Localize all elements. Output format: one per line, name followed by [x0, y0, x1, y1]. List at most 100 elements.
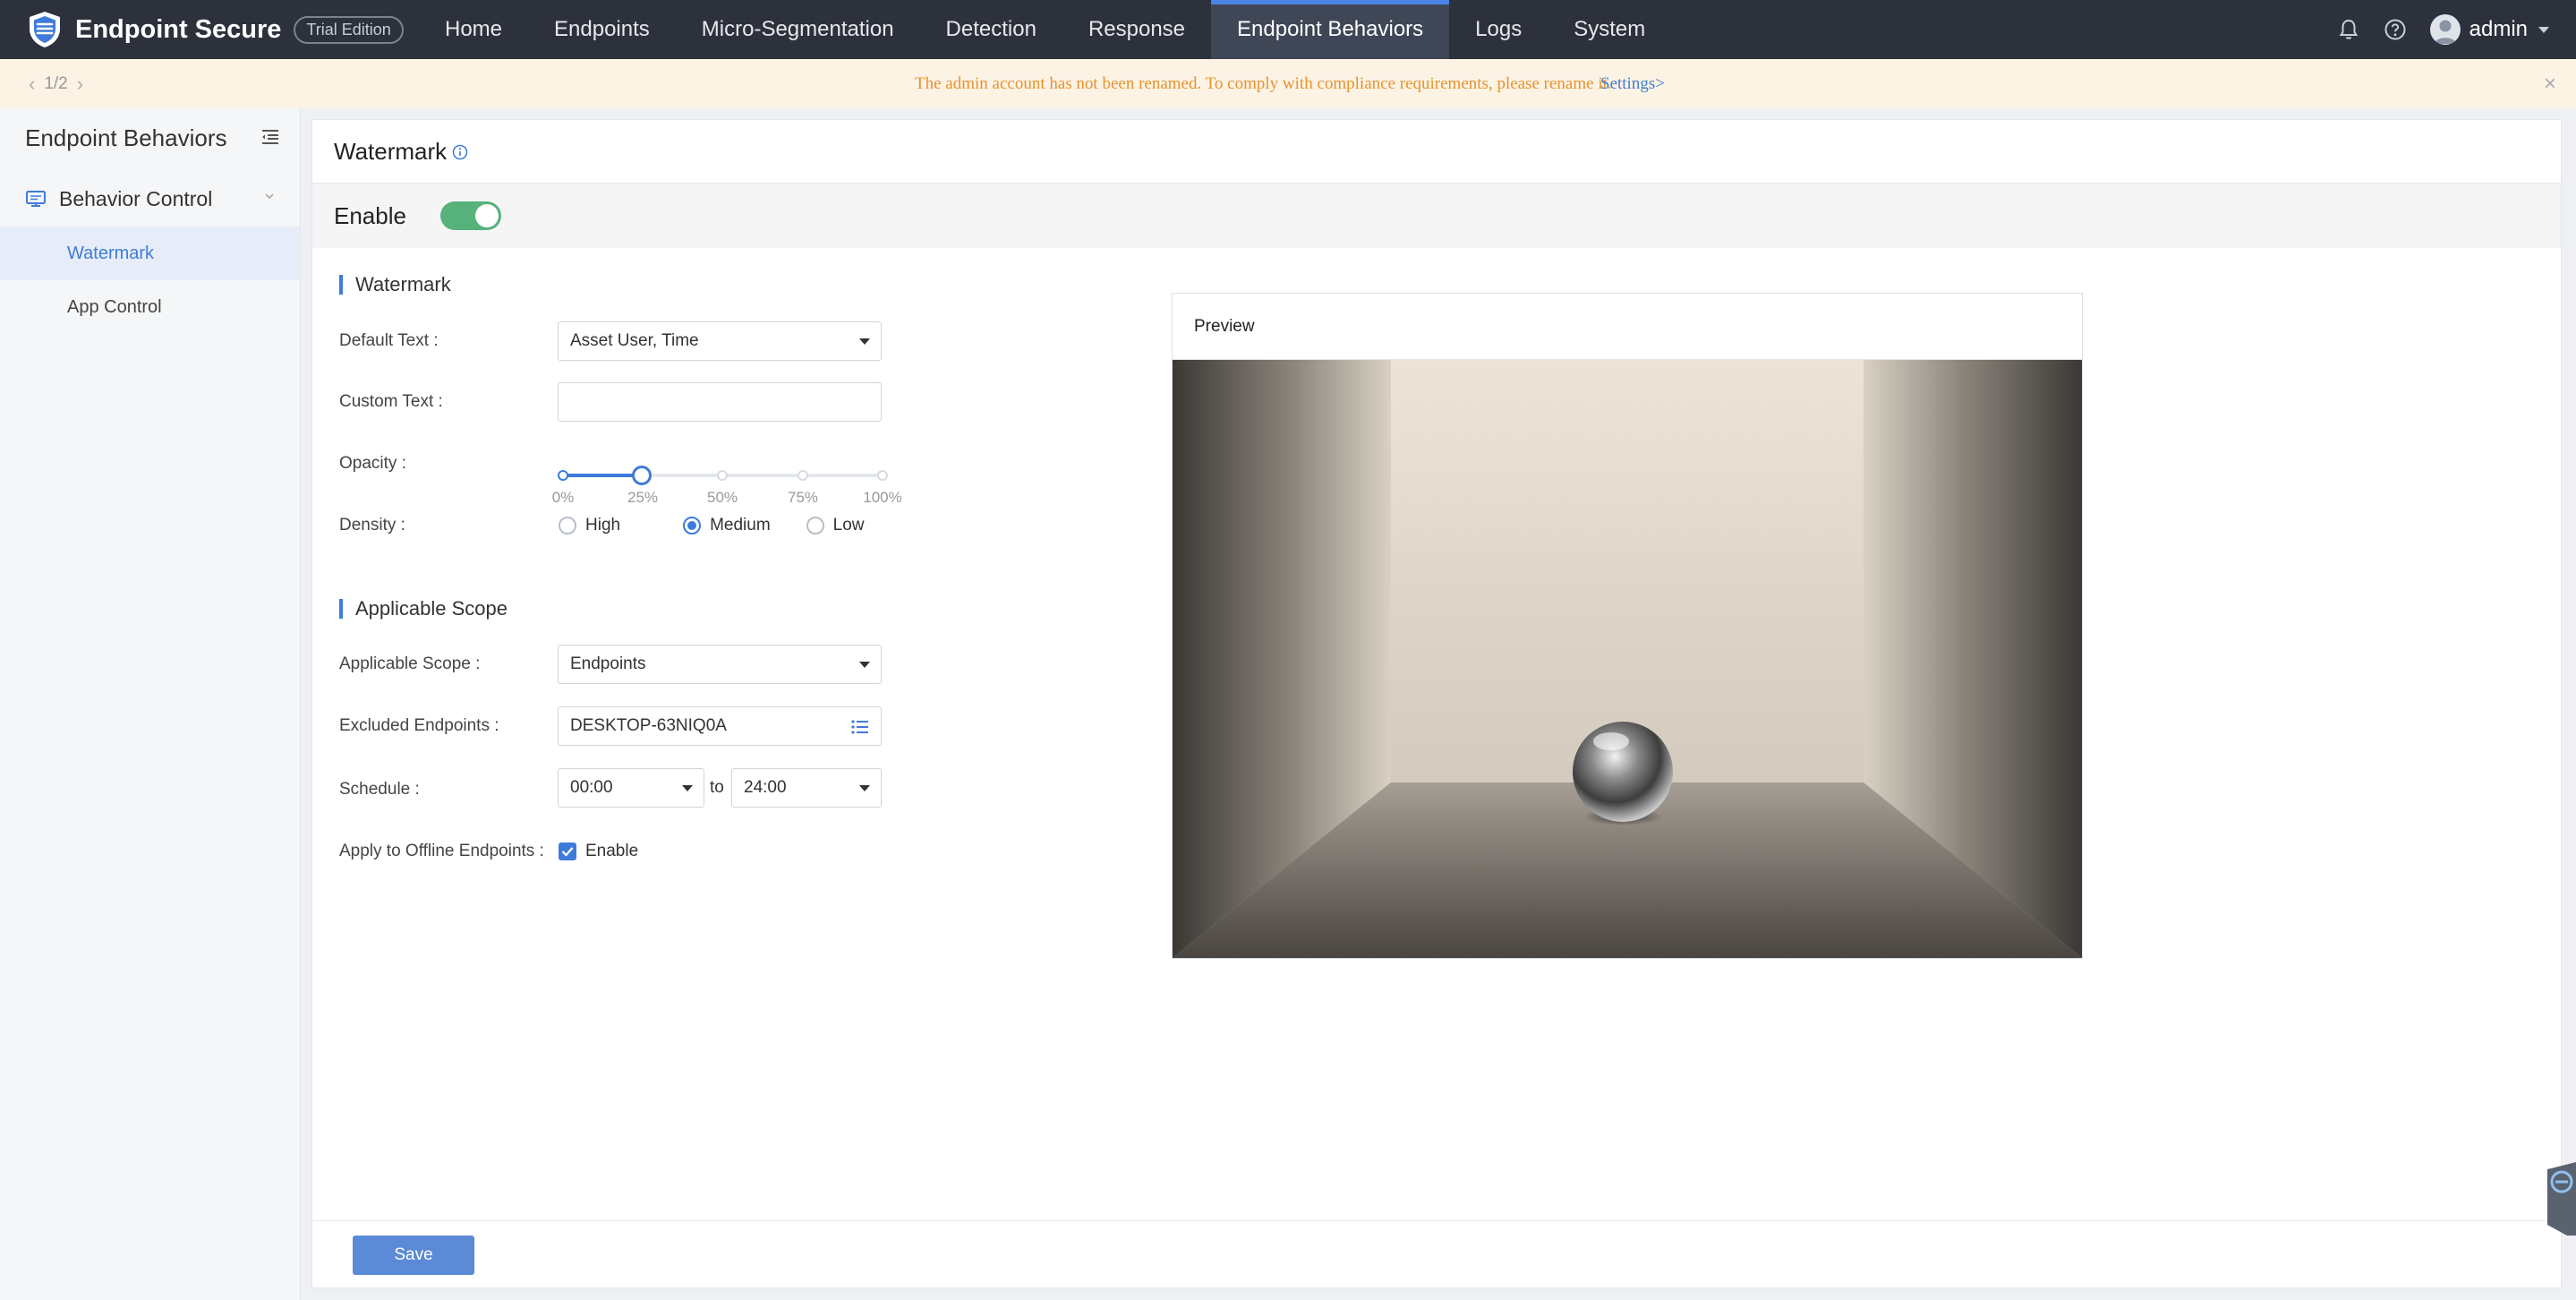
- schedule-from-select[interactable]: 00:00: [558, 768, 704, 808]
- page-header: Watermark: [312, 120, 2561, 184]
- density-radio-group: High Medium Low: [559, 516, 915, 535]
- sidebar-title: Endpoint Behaviors: [25, 124, 227, 151]
- sidebar-group-label: Behavior Control: [59, 186, 213, 210]
- density-label: Density :: [339, 516, 405, 535]
- density-radio-medium[interactable]: Medium: [683, 516, 771, 535]
- nav-micro-segmentation[interactable]: Micro-Segmentation: [676, 0, 920, 59]
- checkbox-label: Enable: [585, 842, 639, 860]
- opacity-tick: 50%: [706, 489, 738, 506]
- radio-label: Medium: [710, 516, 771, 535]
- notice-page-count: 1/2: [44, 73, 68, 93]
- avatar[interactable]: [2429, 14, 2461, 45]
- radio-circle: [559, 517, 576, 535]
- opacity-tick: 100%: [863, 489, 902, 506]
- opacity-slider[interactable]: 0% 25% 50% 75% 100%: [552, 462, 902, 507]
- checkbox-box: [559, 842, 576, 860]
- applicable-scope-label: Applicable Scope :: [339, 654, 481, 673]
- radio-label: Low: [832, 516, 865, 535]
- section-title-applicable-scope: Applicable Scope: [339, 599, 508, 619]
- page-title: Watermark: [334, 137, 448, 165]
- offline-endpoints-label: Apply to Offline Endpoints :: [339, 842, 544, 860]
- custom-text-label: Custom Text :: [339, 392, 443, 411]
- chevron-right-icon[interactable]: ›: [77, 73, 83, 96]
- monitor-icon: [26, 191, 46, 207]
- bell-icon[interactable]: [2337, 18, 2360, 41]
- user-icon: [2434, 20, 2456, 44]
- footer-bar: Save: [312, 1220, 2561, 1287]
- checkmark-icon: [561, 847, 574, 857]
- slider-stop-75[interactable]: [798, 470, 808, 481]
- list-icon[interactable]: [850, 718, 870, 736]
- applicable-scope-select[interactable]: Endpoints: [558, 645, 882, 684]
- sidebar-group-behavior-control[interactable]: Behavior Control: [0, 171, 300, 227]
- applicable-scope-value: Endpoints: [570, 654, 646, 673]
- nav-home[interactable]: Home: [419, 0, 528, 59]
- chevron-down-icon: [859, 662, 870, 668]
- density-radio-high[interactable]: High: [559, 516, 620, 535]
- main-panel: Watermark Enable Watermark Default Text …: [311, 119, 2562, 1288]
- excluded-endpoints-label: Excluded Endpoints :: [339, 716, 499, 735]
- preview-title: Preview: [1173, 294, 2082, 360]
- chevron-down-icon[interactable]: [2538, 26, 2549, 33]
- preview-image: [1173, 360, 2082, 958]
- help-icon[interactable]: [2384, 18, 2407, 41]
- top-navbar: Endpoint Secure Trial Edition Home Endpo…: [0, 0, 2576, 59]
- sidebar: Endpoint Behaviors Behavior Control Wate…: [0, 108, 301, 1300]
- user-name[interactable]: admin: [2469, 17, 2528, 42]
- chevron-down-icon: [265, 193, 274, 200]
- edition-badge: Trial Edition: [294, 15, 404, 44]
- enable-toggle[interactable]: [439, 201, 501, 230]
- chevron-down-icon: [859, 338, 870, 345]
- offline-enable-checkbox[interactable]: Enable: [559, 842, 638, 861]
- slider-handle[interactable]: [632, 466, 652, 485]
- nav-response[interactable]: Response: [1062, 0, 1211, 59]
- collapse-menu-icon[interactable]: [260, 128, 280, 146]
- preview-panel: Preview: [1172, 293, 2083, 959]
- toggle-knob: [474, 204, 499, 227]
- floating-assistant-icon[interactable]: [2540, 1162, 2576, 1236]
- custom-text-input[interactable]: [558, 382, 882, 422]
- nav-system[interactable]: System: [1548, 0, 1671, 59]
- nav-logs[interactable]: Logs: [1449, 0, 1548, 59]
- chevron-left-icon[interactable]: ‹: [29, 73, 35, 96]
- chevron-down-icon: [682, 785, 693, 791]
- default-text-select[interactable]: Asset User, Time: [558, 321, 882, 361]
- schedule-to-select[interactable]: 24:00: [731, 768, 882, 808]
- info-icon[interactable]: [452, 144, 468, 160]
- opacity-tick: 75%: [787, 489, 819, 506]
- slider-stop-0[interactable]: [558, 470, 568, 481]
- notice-settings-link[interactable]: Settings>: [1600, 74, 1665, 94]
- slider-stop-50[interactable]: [717, 470, 728, 481]
- shield-logo-icon: [30, 12, 60, 47]
- schedule-from-value: 00:00: [570, 778, 613, 797]
- excluded-endpoints-field[interactable]: DESKTOP-63NIQ0A: [558, 706, 882, 746]
- notice-message: The admin account has not been renamed. …: [915, 73, 1612, 93]
- density-radio-low[interactable]: Low: [806, 516, 865, 535]
- notice-bar: ‹ 1/2 › The admin account has not been r…: [0, 59, 2576, 108]
- slider-stop-100[interactable]: [877, 470, 888, 481]
- default-text-label: Default Text :: [339, 331, 439, 350]
- sidebar-item-watermark[interactable]: Watermark: [0, 227, 300, 280]
- slider-fill: [561, 474, 642, 477]
- nav-endpoint-behaviors[interactable]: Endpoint Behaviors: [1211, 0, 1450, 59]
- excluded-endpoints-value: DESKTOP-63NIQ0A: [570, 716, 727, 735]
- enable-bar: Enable: [312, 184, 2561, 248]
- top-right-tools: admin: [2337, 0, 2576, 59]
- nav-endpoints[interactable]: Endpoints: [528, 0, 676, 59]
- nav-detection[interactable]: Detection: [920, 0, 1062, 59]
- radio-circle: [806, 517, 824, 535]
- section-title-watermark: Watermark: [339, 275, 451, 295]
- save-button[interactable]: Save: [353, 1236, 474, 1275]
- chevron-down-icon: [859, 785, 870, 791]
- radio-label: High: [585, 516, 621, 535]
- logo[interactable]: Endpoint Secure Trial Edition: [25, 10, 419, 49]
- enable-label: Enable: [334, 201, 406, 229]
- schedule-label: Schedule :: [339, 780, 420, 799]
- sidebar-item-app-control[interactable]: App Control: [0, 280, 300, 334]
- schedule-to-value: 24:00: [744, 778, 787, 797]
- default-text-value: Asset User, Time: [570, 331, 699, 350]
- opacity-label: Opacity :: [339, 454, 406, 473]
- sidebar-header: Endpoint Behaviors: [0, 108, 300, 167]
- close-icon[interactable]: ×: [2544, 72, 2556, 97]
- schedule-to-word: to: [710, 778, 724, 797]
